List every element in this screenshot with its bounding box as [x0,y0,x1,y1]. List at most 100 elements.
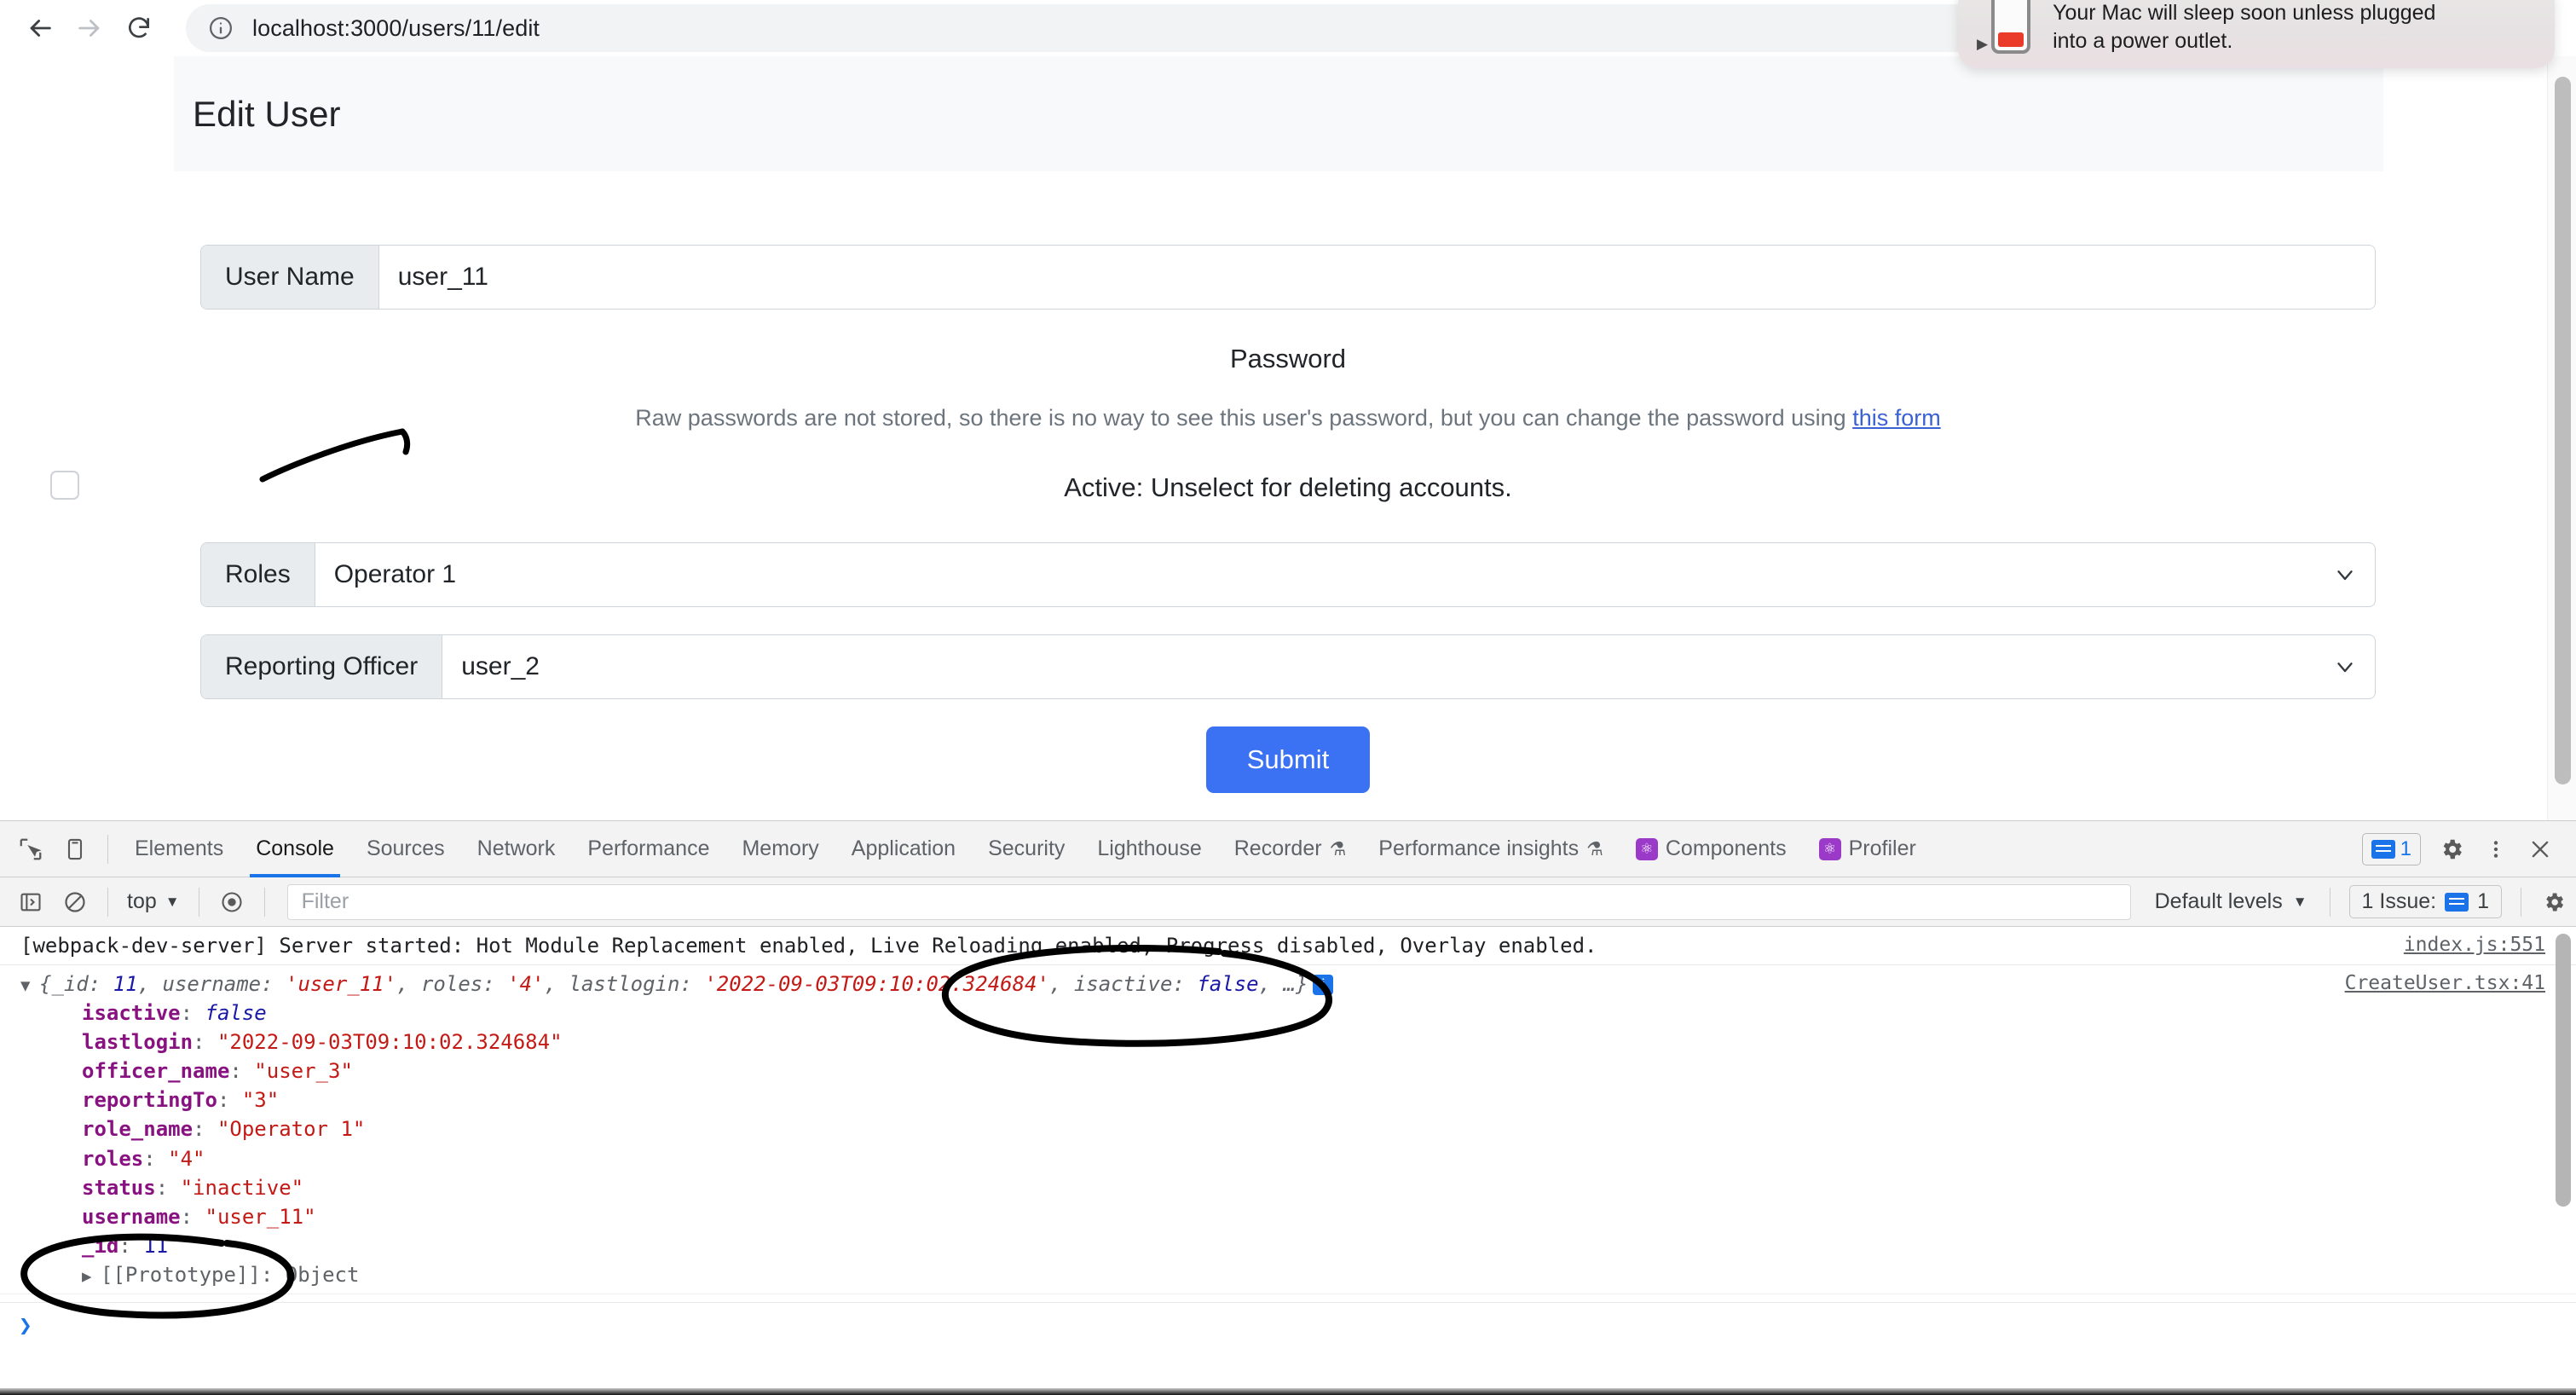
console-object-property: status: "inactive" [82,1175,304,1200]
devtools-tab-performance-insights[interactable]: Performance insights ⚗ [1362,821,1620,877]
react-logo-icon: ⚛ [1635,837,1658,860]
devtools-tab-recorder[interactable]: Recorder ⚗ [1218,821,1363,877]
reporting-officer-chevron-down-icon[interactable] [2315,635,2375,698]
console-filter-bar: top ▼ Filter Default levels ▼ 1 Issue: 1 [0,877,2576,927]
live-expression-icon[interactable] [210,880,254,924]
console-context-selector[interactable]: top ▼ [118,889,188,914]
console-property-key: _id [82,1233,119,1258]
console-object-property: lastlogin: "2022-09-03T09:10:02.324684" [82,1030,563,1055]
page-header-jumbotron: Edit User [174,56,2383,171]
chevron-down-icon: ▼ [165,893,180,910]
filterbar-divider-1 [107,887,108,917]
gear-icon[interactable] [2429,827,2474,871]
device-toolbar-icon[interactable] [53,827,97,871]
low-battery-icon [1991,0,2031,54]
collapse-triangle-icon[interactable]: ▼ [20,975,39,998]
issue-message-icon [2371,839,2395,859]
roles-select[interactable]: Operator 1 [315,543,2315,606]
web-page-viewport: Edit User User Name user_11 Password Raw… [0,56,2576,820]
devtools-tab-elements[interactable]: Elements [118,821,240,877]
devtools-tab-label: Application [851,836,956,860]
devtools-tab-label: Network [477,836,556,860]
window-bottom-edge [0,1388,2576,1395]
devtools-tab-network[interactable]: Network [461,821,572,877]
console-object-preview[interactable]: ▼ {_id: 11, username: 'user_11', roles: '… [20,970,2576,998]
info-circle-icon[interactable] [208,15,234,41]
console-sidebar-icon[interactable] [9,880,53,924]
console-property-value: "user_11" [205,1204,316,1229]
url-text: localhost:3000/users/11/edit [252,14,540,41]
devtools-toolbar-right: 1 [2361,827,2576,871]
devtools-tab-performance[interactable]: Performance [571,821,725,877]
console-settings-gear-icon[interactable] [2532,880,2576,924]
page-scrollbar-thumb[interactable] [2555,77,2571,784]
issues-counter-button[interactable]: 1 [2361,832,2421,865]
console-property-value: "3" [241,1088,280,1113]
console-property-key: officer_name [82,1059,230,1084]
devtools-tab-profiler[interactable]: ⚛ Profiler [1803,821,1932,877]
arrow-left-icon [30,20,51,37]
issues-summary-button[interactable]: 1 Issue: 1 [2348,885,2502,918]
active-checkbox-row: Active: Unselect for deleting accounts. [50,469,2376,506]
console-filter-input[interactable]: Filter [286,883,2131,920]
notification-line-1: Your Mac will sleep soon unless plugged [2053,1,2436,25]
submit-button[interactable]: Submit [1205,726,1371,793]
console-property-value: false [205,1001,267,1026]
devtools-tab-label: Elements [135,836,224,860]
username-input[interactable]: user_11 [378,246,2375,309]
active-checkbox-label: Active: Unselect for deleting accounts. [1064,472,1512,502]
back-button[interactable] [15,3,65,53]
devtools-tab-label: Performance [587,836,710,860]
console-property-value: "inactive" [180,1175,304,1200]
inspect-element-icon[interactable] [9,827,53,871]
devtools-tab-label: Recorder [1233,836,1322,860]
console-source-link[interactable]: CreateUser.tsx:41 [2345,970,2545,998]
devtools-tab-security[interactable]: Security [972,821,1081,877]
reporting-officer-select[interactable]: user_2 [442,635,2315,698]
forward-button[interactable] [65,3,114,53]
console-object-property: role_name: "Operator 1" [82,1117,366,1142]
toolbar-divider [107,834,108,864]
console-object-property: isactive: false [82,1001,267,1026]
reload-button[interactable] [114,3,164,53]
roles-chevron-down-icon[interactable] [2315,543,2375,606]
kebab-menu-icon[interactable] [2474,827,2518,871]
devtools-tabbar: Elements Console Sources Network Performance… [0,821,2576,877]
submit-row: Submit [200,726,2376,793]
mac-sleep-notification[interactable]: ▶ Your Mac will sleep soon unless plugge… [1958,0,2555,68]
active-checkbox[interactable] [50,471,79,500]
devtools-tab-application[interactable]: Application [835,821,972,877]
expand-triangle-icon[interactable]: ▶ [82,1265,101,1288]
console-property-key: isactive [82,1001,181,1026]
devtools-tab-sources[interactable]: Sources [350,821,461,877]
console-scrollbar-thumb[interactable] [2556,934,2571,1207]
devtools-tab-console[interactable]: Console [240,821,350,877]
notification-expand-chevron-icon[interactable]: ▶ [1977,37,1988,51]
console-source-link[interactable]: index.js:551 [2404,931,2545,959]
close-icon[interactable] [2518,827,2562,871]
info-badge-icon[interactable]: i [1313,975,1334,996]
devtools-tab-label: Performance insights [1378,836,1580,860]
console-property-value: 11 [143,1233,169,1258]
page-title: Edit User [193,93,341,134]
reload-icon [129,17,149,38]
console-property-value: "Operator 1" [217,1117,366,1142]
change-password-link[interactable]: this form [1852,405,1941,431]
notification-text: Your Mac will sleep soon unless plugged … [2053,0,2435,55]
console-message-list[interactable]: [webpack-dev-server] Server started: Hot… [0,927,2576,1348]
devtools-tab-memory[interactable]: Memory [725,821,835,877]
console-object-prototype[interactable]: ▶ [[Prototype]]: Object [20,1260,2576,1289]
filterbar-divider-3 [263,887,265,917]
console-log-levels-dropdown[interactable]: Default levels ▼ [2143,889,2319,914]
username-label: User Name [201,246,379,309]
devtools-tab-lighthouse[interactable]: Lighthouse [1081,821,1217,877]
reporting-officer-input-group: Reporting Officer user_2 [200,634,2376,699]
password-help-prefix: Raw passwords are not stored, so there i… [635,405,1853,431]
console-prompt[interactable]: ❯ [0,1302,2576,1348]
reporting-officer-label: Reporting Officer [201,635,443,698]
devtools-tab-components[interactable]: ⚛ Components [1620,821,1803,877]
clear-console-icon[interactable] [53,880,97,924]
console-property-key: lastlogin [82,1030,193,1055]
page-scrollbar[interactable] [2547,56,2576,820]
issue-message-icon [2445,892,2469,912]
